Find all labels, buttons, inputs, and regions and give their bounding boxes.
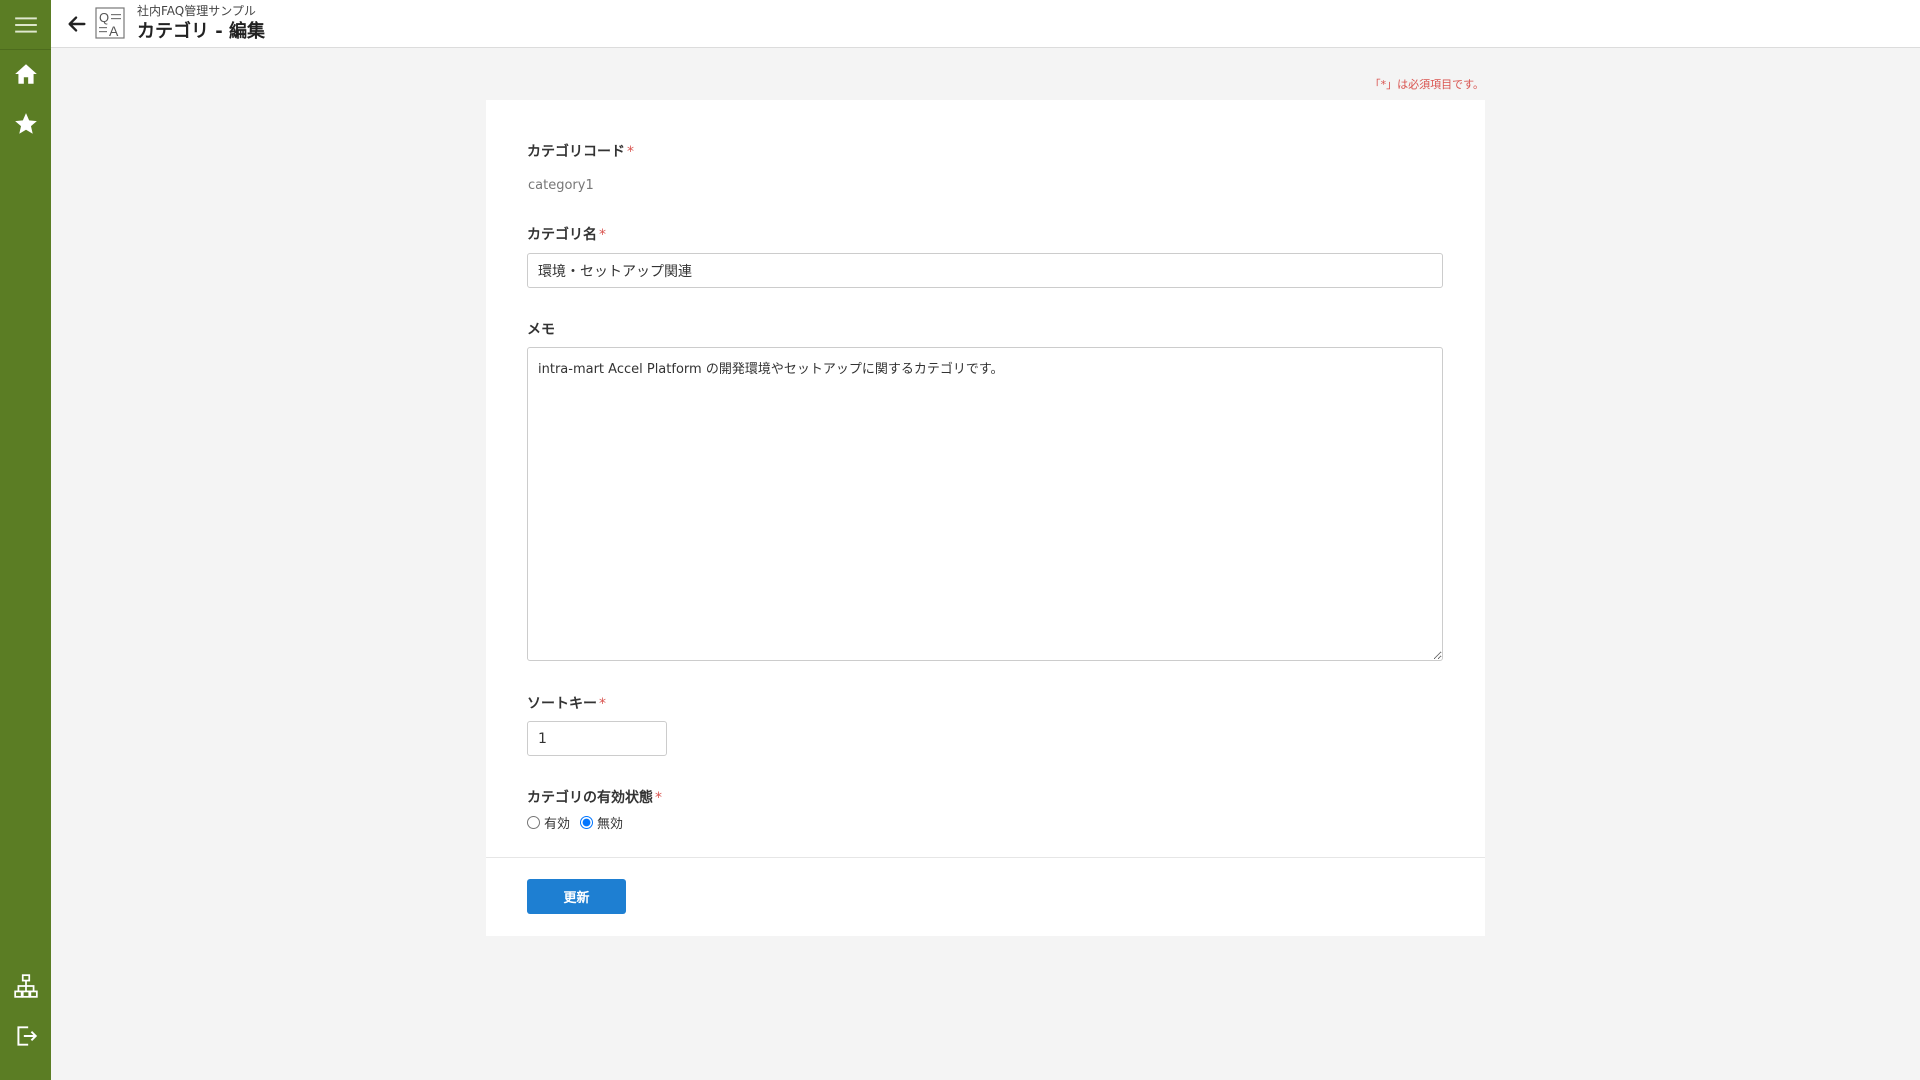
qa-app-icon: Q A [95, 7, 125, 39]
category-name-label-text: カテゴリ名 [527, 227, 597, 243]
required-mark: * [599, 696, 606, 712]
category-name-label: カテゴリ名 * [527, 224, 606, 244]
required-mark: * [655, 790, 662, 806]
sitemap-icon [13, 974, 38, 998]
category-code-label: カテゴリコード * [527, 141, 634, 161]
category-code-value: category1 [528, 178, 594, 193]
status-option-enabled[interactable]: 有効 [527, 813, 570, 832]
required-mark: * [599, 227, 606, 243]
header: Q A 社内FAQ管理サンプル カテゴリ - 編集 [51, 0, 1920, 48]
favorites-button[interactable] [0, 99, 51, 149]
logout-button[interactable] [0, 1011, 51, 1061]
divider [486, 857, 1485, 858]
status-option-label: 無効 [597, 817, 624, 832]
sidebar [0, 0, 51, 1080]
status-label: カテゴリの有効状態 * [527, 787, 662, 807]
category-code-label-text: カテゴリコード [527, 144, 625, 160]
svg-text:A: A [109, 23, 119, 39]
status-label-text: カテゴリの有効状態 [527, 790, 653, 806]
memo-label: メモ [527, 322, 555, 338]
home-button[interactable] [0, 49, 51, 99]
menu-button[interactable] [0, 0, 51, 50]
home-icon [14, 64, 37, 84]
sitemap-button[interactable] [0, 961, 51, 1011]
svg-text:Q: Q [99, 10, 109, 25]
star-icon [14, 113, 37, 134]
back-button[interactable] [61, 8, 93, 40]
status-option-disabled[interactable]: 無効 [580, 813, 623, 832]
status-option-label: 有効 [544, 817, 571, 832]
category-name-input[interactable] [527, 253, 1443, 288]
back-arrow-icon [68, 16, 86, 32]
menu-icon [14, 16, 37, 33]
sort-key-label: ソートキー * [527, 693, 606, 713]
update-button[interactable]: 更新 [527, 879, 626, 914]
sort-key-input[interactable] [527, 721, 667, 756]
status-radio-enabled[interactable] [527, 816, 540, 829]
form-card: カテゴリコード* category1 カテゴリ名* メモ intra-mart … [486, 100, 1485, 936]
required-note: 「*」は必須項目です。 [1369, 78, 1484, 91]
memo-textarea[interactable]: intra-mart Accel Platform の開発環境やセットアップに関… [527, 347, 1443, 661]
page-title: カテゴリ - 編集 [137, 21, 266, 42]
sort-key-label-text: ソートキー [527, 696, 597, 712]
status-radio-disabled[interactable] [580, 816, 594, 829]
logout-icon [16, 1026, 37, 1046]
required-mark: * [627, 144, 634, 160]
status-radio-group: 有効 無効 [527, 813, 633, 832]
